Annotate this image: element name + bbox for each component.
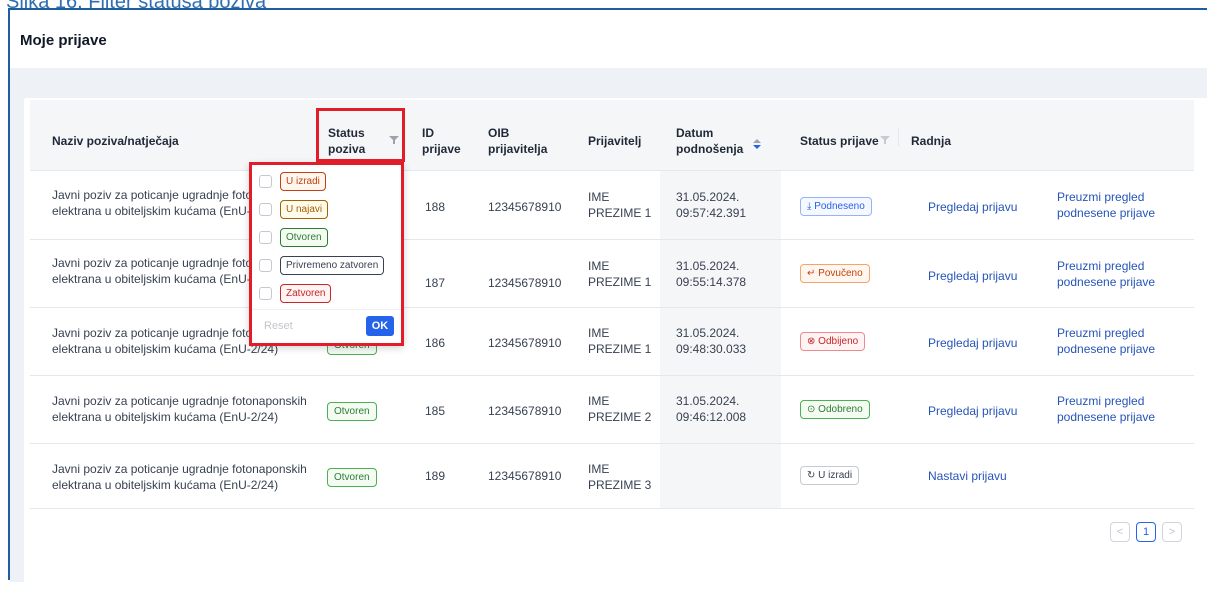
preuzmi-link[interactable]: Preuzmi pregled podnesene prijave (1057, 325, 1155, 357)
cell-datum: 31.05.2024. 09:48:30.033 (676, 326, 747, 356)
cell-id: 189 (425, 469, 446, 483)
cell-prijavitelj: IME PREZIME 2 (588, 394, 652, 424)
cell-prijavitelj: IME PREZIME 1 (588, 259, 652, 289)
cell-oib: 12345678910 (488, 200, 562, 214)
status-badge: ↵ Povučeno (800, 264, 870, 283)
table-row: Javni poziv za poticanje ugradnje fotona… (52, 462, 307, 492)
cell-prijavitelj: IME PREZIME 1 (588, 326, 652, 356)
status-badge: ⊙ Odobreno (800, 400, 870, 419)
check-circle-icon: ⊙ (807, 404, 816, 415)
pregledaj-link[interactable]: Pregledaj prijavu (928, 199, 1017, 215)
col-status-prijave: Status prijave (800, 134, 879, 148)
cell-id: 185 (425, 404, 446, 418)
status-badge: ⤓ Podneseno (800, 197, 872, 216)
header-divider (898, 128, 899, 146)
status-badge: ⊗ Odbijeno (800, 332, 866, 351)
status-poziva-badge: Otvoren (327, 468, 377, 487)
table-row: Javni poziv za poticanje ugradnje fotona… (52, 394, 307, 424)
status-badge: ↻ U izradi (800, 466, 860, 485)
cell-id: 187 (425, 276, 446, 290)
pregledaj-link[interactable]: Pregledaj prijavu (928, 335, 1017, 351)
prev-page-button[interactable]: < (1110, 522, 1130, 542)
nastavi-link[interactable]: Nastavi prijavu (928, 468, 1007, 484)
filter-icon[interactable] (880, 135, 890, 145)
cell-oib: 12345678910 (488, 469, 562, 483)
cell-oib: 12345678910 (488, 336, 562, 350)
app-frame: Moje prijave (8, 8, 1207, 598)
col-oib: OIB prijavitelja (488, 126, 548, 156)
col-radnja: Radnja (911, 134, 952, 148)
page-title: Moje prijave (20, 32, 107, 49)
col-prijavitelj: Prijavitelj (588, 134, 642, 148)
page-header: Moje prijave (10, 10, 1207, 68)
sorted-column-bg (660, 100, 781, 508)
pregledaj-link[interactable]: Pregledaj prijavu (928, 403, 1017, 419)
pregledaj-link[interactable]: Pregledaj prijavu (928, 268, 1017, 284)
preuzmi-link[interactable]: Preuzmi pregled podnesene prijave (1057, 189, 1155, 221)
return-icon: ↵ (807, 268, 816, 279)
preuzmi-link[interactable]: Preuzmi pregled podnesene prijave (1057, 258, 1155, 290)
col-naziv: Naziv poziva/natječaja (52, 134, 179, 148)
row-divider (30, 307, 1194, 308)
row-divider (30, 170, 1194, 171)
cell-prijavitelj: IME PREZIME 3 (588, 462, 652, 492)
cell-id: 186 (425, 336, 446, 350)
cell-id: 188 (425, 200, 446, 214)
cell-datum: 31.05.2024. 09:57:42.391 (676, 190, 747, 220)
highlight-status-header (316, 108, 405, 162)
refresh-icon: ↻ (807, 470, 816, 481)
col-datum[interactable]: Datum podnošenja (676, 125, 743, 157)
row-divider (30, 239, 1194, 240)
cell-datum: 31.05.2024. 09:55:14.378 (676, 259, 747, 289)
cell-oib: 12345678910 (488, 276, 562, 290)
row-divider (30, 508, 1194, 509)
cell-oib: 12345678910 (488, 404, 562, 418)
upload-icon: ⤓ (807, 201, 812, 212)
next-page-button[interactable]: > (1162, 522, 1182, 542)
col-id: ID prijave (422, 126, 461, 156)
row-divider (30, 375, 1194, 376)
sort-icon[interactable] (753, 139, 761, 149)
highlight-filter-dropdown (249, 162, 404, 346)
page-1-button[interactable]: 1 (1136, 522, 1156, 542)
status-poziva-badge: Otvoren (327, 402, 377, 421)
row-divider (30, 443, 1194, 444)
cell-datum: 31.05.2024. 09:46:12.008 (676, 394, 747, 424)
cell-prijavitelj: IME PREZIME 1 (588, 190, 652, 220)
x-circle-icon: ⊗ (807, 336, 816, 347)
preuzmi-link[interactable]: Preuzmi pregled podnesene prijave (1057, 393, 1155, 425)
